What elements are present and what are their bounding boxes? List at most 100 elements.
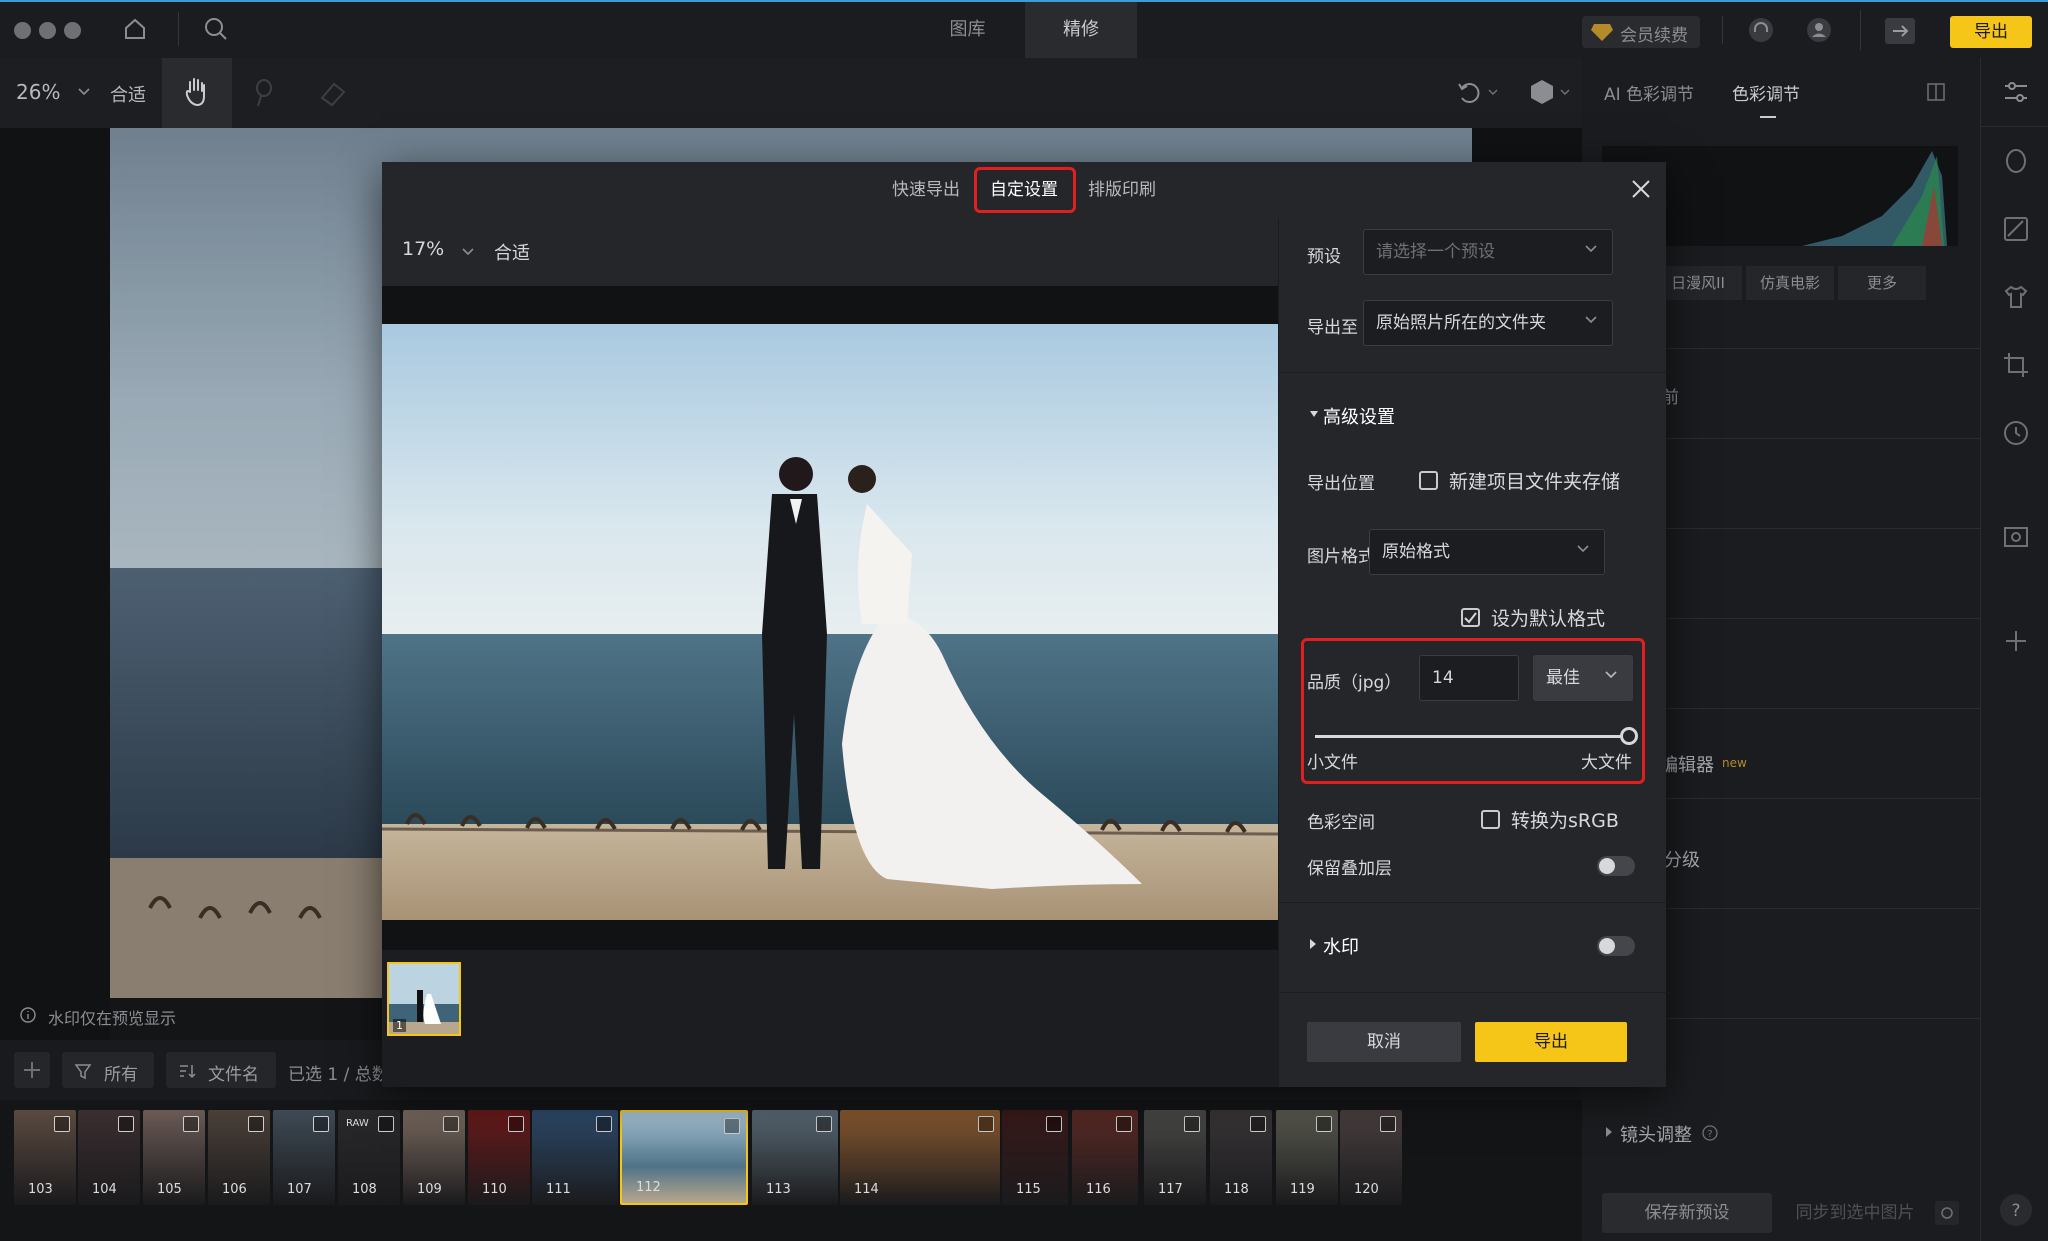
compare-icon[interactable] — [1926, 82, 1946, 102]
filmstrip-thumb[interactable]: 104 — [78, 1110, 140, 1205]
lens-expand-icon[interactable] — [1604, 1126, 1614, 1138]
tab-custom-settings[interactable]: 自定设置 — [982, 174, 1066, 206]
brush-icon[interactable] — [250, 78, 278, 108]
thumb-export-icon[interactable] — [443, 1116, 459, 1132]
sync-button[interactable]: 同步到选中图片 — [1780, 1193, 1930, 1233]
image-format-select[interactable]: 原始格式 — [1369, 529, 1605, 575]
ai-color-tab[interactable]: AI 色彩调节 — [1604, 80, 1694, 105]
avatar-icon[interactable] — [1806, 17, 1832, 43]
thumb-export-icon[interactable] — [118, 1116, 134, 1132]
add-button[interactable] — [14, 1052, 50, 1088]
sliders-icon[interactable] — [2003, 80, 2029, 104]
watermark-header[interactable]: 水印 — [1323, 933, 1359, 959]
style-button-2[interactable]: 仿真电影 — [1746, 266, 1834, 300]
filmstrip-thumb[interactable]: 117 — [1144, 1110, 1206, 1205]
frame-icon[interactable] — [2003, 524, 2029, 550]
top-export-button[interactable]: 导出 — [1950, 16, 2032, 48]
advanced-settings-header[interactable]: 高级设置 — [1323, 403, 1395, 429]
zoom-level[interactable]: 26% — [16, 80, 60, 104]
preview-zoom-chevron-icon[interactable] — [462, 248, 474, 256]
default-format-label[interactable]: 设为默认格式 — [1491, 604, 1605, 631]
srgb-label[interactable]: 转换为sRGB — [1511, 806, 1619, 833]
expand-triangle-icon[interactable] — [1309, 938, 1317, 950]
image-adjust-icon[interactable] — [2003, 216, 2029, 242]
hand-tool-button[interactable] — [162, 58, 232, 128]
thumb-export-icon[interactable] — [1316, 1116, 1332, 1132]
filmstrip-thumb[interactable]: 114 — [840, 1110, 1000, 1205]
new-folder-checkbox[interactable] — [1419, 471, 1438, 490]
add-tool-icon[interactable] — [2003, 628, 2029, 654]
thumb-export-icon[interactable] — [313, 1116, 329, 1132]
keep-layers-toggle[interactable] — [1597, 856, 1635, 876]
thumb-export-icon[interactable] — [1380, 1116, 1396, 1132]
quality-input[interactable]: 14 — [1419, 655, 1519, 701]
filmstrip-thumb[interactable]: 110 — [468, 1110, 530, 1205]
thumb-export-icon[interactable] — [378, 1116, 394, 1132]
style-button-more[interactable]: 更多 — [1838, 266, 1926, 300]
preview-zoom[interactable]: 17% — [402, 238, 444, 260]
preview-fit-label[interactable]: 合适 — [494, 239, 530, 265]
tab-print-layout[interactable]: 排版印刷 — [1080, 174, 1164, 206]
thumb-export-icon[interactable] — [1184, 1116, 1200, 1132]
thumb-export-icon[interactable] — [816, 1116, 832, 1132]
thumb-export-icon[interactable] — [1250, 1116, 1266, 1132]
filmstrip-thumb[interactable]: 120 — [1340, 1110, 1402, 1205]
filmstrip-thumb[interactable]: 118 — [1210, 1110, 1272, 1205]
fit-label[interactable]: 合适 — [110, 81, 146, 107]
thumb-export-icon[interactable] — [1116, 1116, 1132, 1132]
home-icon[interactable] — [122, 16, 148, 42]
quality-slider-track[interactable] — [1315, 735, 1629, 738]
member-renew-button[interactable]: 会员续费 — [1582, 16, 1700, 48]
filmstrip-thumb[interactable]: 105 — [143, 1110, 205, 1205]
export-arrow-icon[interactable] — [1885, 18, 1915, 44]
quality-level-select[interactable]: 最佳 — [1533, 655, 1633, 701]
filmstrip-thumb[interactable]: 115 — [1002, 1110, 1068, 1205]
filmstrip-thumb[interactable]: 119 — [1276, 1110, 1338, 1205]
face-icon[interactable] — [2003, 148, 2029, 174]
filmstrip-thumb[interactable]: 116 — [1072, 1110, 1138, 1205]
window-minimize-dot[interactable] — [39, 22, 56, 39]
cancel-button[interactable]: 取消 — [1307, 1022, 1461, 1062]
thumb-export-icon[interactable] — [724, 1118, 740, 1134]
filmstrip-thumb[interactable]: 113 — [752, 1110, 838, 1205]
sync-settings-icon[interactable] — [1934, 1200, 1960, 1226]
hexagon-icon[interactable] — [1528, 78, 1556, 106]
filter-all-button[interactable]: 所有 — [62, 1052, 154, 1088]
preview-thumbnail[interactable]: 1 — [387, 962, 461, 1036]
sort-button[interactable]: 文件名 — [166, 1052, 276, 1088]
filmstrip-thumb[interactable]: 107 — [273, 1110, 335, 1205]
style-button-1[interactable]: 日漫风II — [1654, 266, 1742, 300]
filmstrip-thumb[interactable]: 103 — [14, 1110, 76, 1205]
filmstrip-thumb[interactable]: 108 RAW — [338, 1110, 400, 1205]
tab-quick-export[interactable]: 快速导出 — [884, 174, 968, 206]
thumb-export-icon[interactable] — [596, 1116, 612, 1132]
headset-icon[interactable] — [1748, 17, 1774, 43]
search-icon[interactable] — [203, 16, 229, 42]
grading-label[interactable]: 分级 — [1664, 846, 1700, 872]
filmstrip-thumb[interactable]: 111 — [532, 1110, 618, 1205]
export-to-select[interactable]: 原始照片所在的文件夹 — [1363, 300, 1613, 346]
thumb-export-icon[interactable] — [183, 1116, 199, 1132]
new-folder-label[interactable]: 新建项目文件夹存储 — [1449, 467, 1620, 494]
history-icon[interactable] — [2003, 420, 2029, 446]
close-icon[interactable] — [1630, 178, 1652, 200]
watermark-toggle[interactable] — [1597, 936, 1635, 956]
filmstrip-thumb[interactable]: 112 — [620, 1110, 748, 1205]
thumb-export-icon[interactable] — [978, 1116, 994, 1132]
preset-select[interactable]: 请选择一个预设 — [1363, 229, 1613, 275]
lens-help-icon[interactable]: ? — [1702, 1125, 1718, 1141]
tab-gallery[interactable]: 图库 — [910, 2, 1025, 58]
eraser-icon[interactable] — [318, 78, 348, 108]
thumb-export-icon[interactable] — [54, 1116, 70, 1132]
quality-slider-handle[interactable] — [1620, 727, 1638, 745]
window-maximize-dot[interactable] — [64, 22, 81, 39]
thumb-export-icon[interactable] — [248, 1116, 264, 1132]
crop-icon[interactable] — [2003, 352, 2029, 378]
collapse-triangle-icon[interactable] — [1309, 410, 1319, 418]
thumb-export-icon[interactable] — [1046, 1116, 1062, 1132]
lens-adjust-label[interactable]: 镜头调整 — [1620, 1121, 1692, 1147]
save-preset-button[interactable]: 保存新预设 — [1602, 1193, 1772, 1233]
hexagon-chevron-icon[interactable] — [1560, 89, 1570, 96]
undo-chevron-icon[interactable] — [1488, 89, 1498, 96]
default-format-checkbox[interactable] — [1461, 608, 1480, 627]
